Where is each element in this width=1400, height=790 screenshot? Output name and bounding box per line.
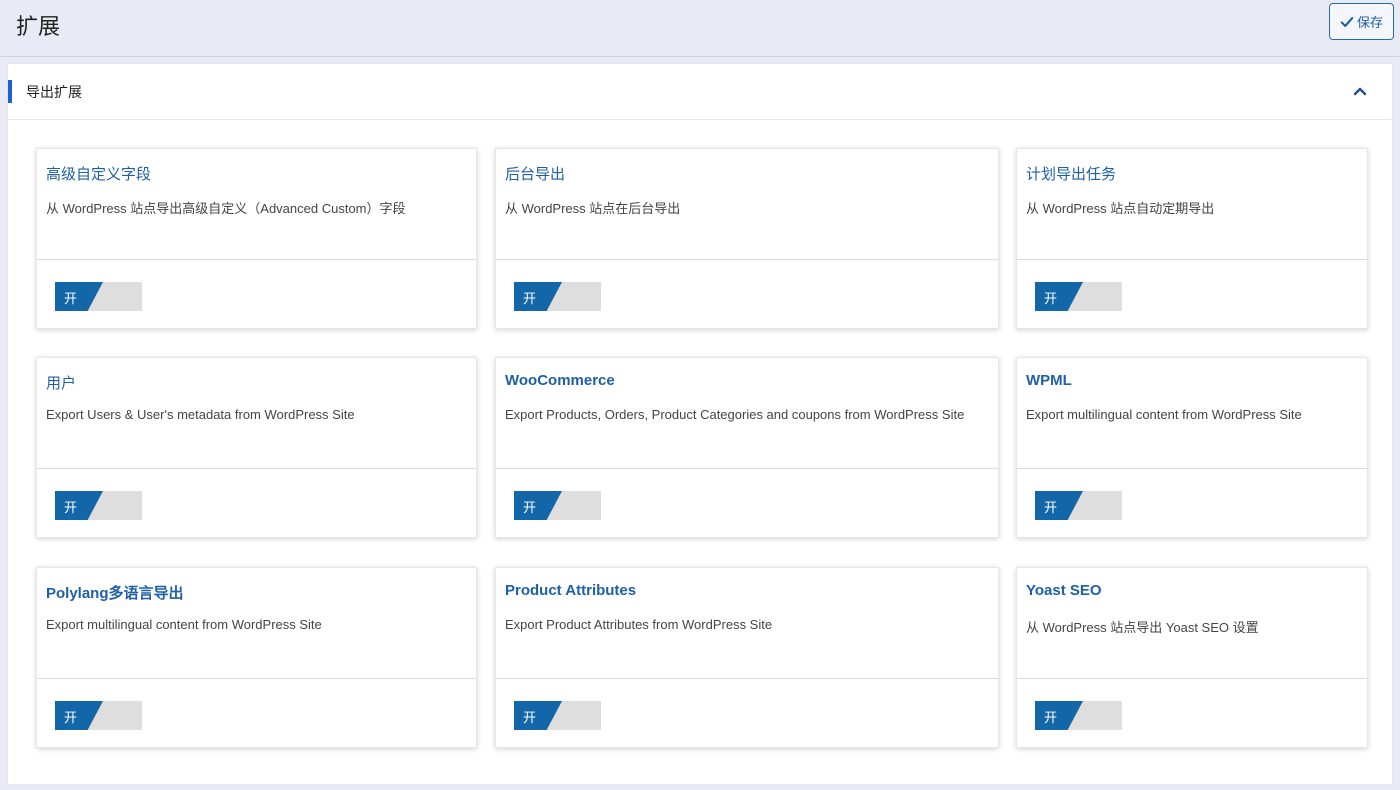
extension-toggle[interactable]: 开 bbox=[55, 282, 142, 311]
page-title: 扩展 bbox=[16, 14, 61, 39]
toggle-label: 开 bbox=[1044, 500, 1058, 515]
card-description: Export Products, Orders, Product Categor… bbox=[505, 407, 965, 422]
card-description: 从 WordPress 站点在后台导出 bbox=[505, 201, 681, 216]
card-title[interactable]: 用户 bbox=[46, 372, 76, 393]
top-bar: 扩展 保存 bbox=[0, 0, 1400, 57]
extension-card-acf: 高级自定义字段 从 WordPress 站点导出高级自定义（Advanced C… bbox=[36, 148, 477, 329]
extension-toggle[interactable]: 开 bbox=[55, 491, 142, 520]
toggle-on-segment bbox=[1035, 701, 1083, 730]
extension-toggle[interactable]: 开 bbox=[1035, 701, 1122, 730]
extension-toggle[interactable]: 开 bbox=[514, 282, 601, 311]
toggle-label: 开 bbox=[64, 291, 78, 306]
toggle-on-segment bbox=[514, 701, 562, 730]
card-divider bbox=[37, 468, 476, 469]
card-description: Export Users & User's metadata from Word… bbox=[46, 407, 355, 422]
extension-toggle[interactable]: 开 bbox=[514, 491, 601, 520]
extension-card-woocommerce: WooCommerce Export Products, Orders, Pro… bbox=[495, 357, 999, 538]
toggle-label: 开 bbox=[64, 500, 78, 515]
card-title[interactable]: Polylang多语言导出 bbox=[46, 582, 184, 603]
extension-toggle[interactable]: 开 bbox=[1035, 282, 1122, 311]
card-divider bbox=[1017, 259, 1367, 260]
card-divider bbox=[37, 678, 476, 679]
card-description: Export multilingual content from WordPre… bbox=[1026, 407, 1302, 422]
toggle-label: 开 bbox=[1044, 291, 1058, 306]
card-divider bbox=[496, 678, 998, 679]
card-title[interactable]: Product Attributes bbox=[505, 582, 636, 599]
toggle-on-segment bbox=[514, 491, 562, 520]
card-divider bbox=[37, 259, 476, 260]
toggle-on-segment bbox=[514, 282, 562, 311]
toggle-label: 开 bbox=[523, 710, 537, 725]
extension-toggle[interactable]: 开 bbox=[514, 701, 601, 730]
toggle-label: 开 bbox=[64, 710, 78, 725]
panel-title: 导出扩展 bbox=[26, 84, 82, 100]
export-extensions-panel: 导出扩展 高级自定义字段 从 WordPress 站点导出高级自定义（Advan… bbox=[7, 63, 1393, 785]
card-title[interactable]: 高级自定义字段 bbox=[46, 163, 151, 184]
check-icon bbox=[1340, 16, 1354, 27]
extension-toggle[interactable]: 开 bbox=[55, 701, 142, 730]
panel-header[interactable]: 导出扩展 bbox=[8, 64, 1392, 120]
card-description: Export Product Attributes from WordPress… bbox=[505, 617, 773, 632]
card-title[interactable]: 后台导出 bbox=[505, 163, 565, 184]
extension-card-polylang: Polylang多语言导出 Export multilingual conten… bbox=[36, 567, 477, 748]
toggle-on-segment bbox=[55, 282, 103, 311]
card-divider bbox=[496, 259, 998, 260]
card-divider bbox=[496, 468, 998, 469]
extension-card-background-export: 后台导出 从 WordPress 站点在后台导出 开 bbox=[495, 148, 999, 329]
extension-card-yoast-seo: Yoast SEO 从 WordPress 站点导出 Yoast SEO 设置 … bbox=[1016, 567, 1368, 748]
extension-card-wpml: WPML Export multilingual content from Wo… bbox=[1016, 357, 1368, 538]
panel-accent-bar bbox=[8, 80, 12, 103]
save-button[interactable]: 保存 bbox=[1329, 3, 1394, 40]
extension-toggle[interactable]: 开 bbox=[1035, 491, 1122, 520]
extension-card-users: 用户 Export Users & User's metadata from W… bbox=[36, 357, 477, 538]
card-description: 从 WordPress 站点自动定期导出 bbox=[1026, 201, 1215, 216]
card-divider bbox=[1017, 678, 1367, 679]
toggle-label: 开 bbox=[523, 500, 537, 515]
extension-card-product-attributes: Product Attributes Export Product Attrib… bbox=[495, 567, 999, 748]
extension-card-scheduled-export: 计划导出任务 从 WordPress 站点自动定期导出 开 bbox=[1016, 148, 1368, 329]
card-title[interactable]: 计划导出任务 bbox=[1026, 163, 1116, 184]
card-title[interactable]: WooCommerce bbox=[505, 372, 615, 389]
toggle-on-segment bbox=[1035, 491, 1083, 520]
card-title[interactable]: Yoast SEO bbox=[1026, 582, 1102, 599]
toggle-on-segment bbox=[55, 491, 103, 520]
chevron-up-icon[interactable] bbox=[1351, 82, 1369, 100]
card-description: 从 WordPress 站点导出高级自定义（Advanced Custom）字段 bbox=[46, 201, 406, 216]
toggle-on-segment bbox=[55, 701, 103, 730]
card-description: Export multilingual content from WordPre… bbox=[46, 617, 322, 632]
card-description: 从 WordPress 站点导出 Yoast SEO 设置 bbox=[1026, 620, 1259, 635]
card-title[interactable]: WPML bbox=[1026, 372, 1072, 389]
save-button-label: 保存 bbox=[1356, 15, 1383, 30]
card-divider bbox=[1017, 468, 1367, 469]
toggle-label: 开 bbox=[523, 291, 537, 306]
toggle-on-segment bbox=[1035, 282, 1083, 311]
toggle-label: 开 bbox=[1044, 710, 1058, 725]
